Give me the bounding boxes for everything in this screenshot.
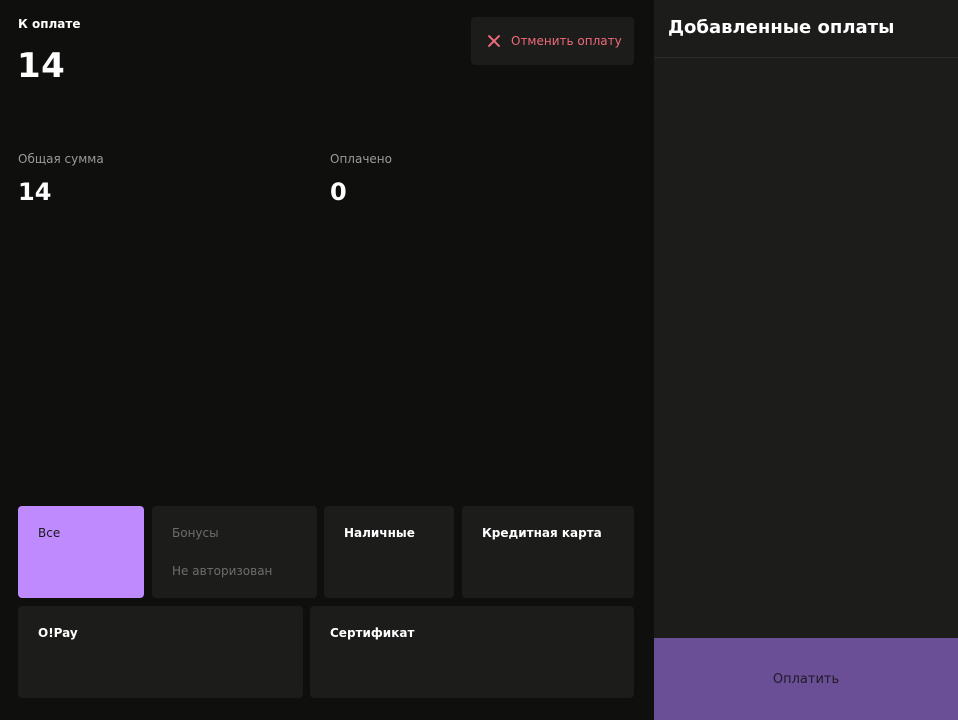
pay-button[interactable]: Оплатить: [654, 638, 958, 720]
payment-screen: К оплате 14 Отменить оплату Общая сумма …: [0, 0, 958, 720]
payment-method-label: Наличные: [344, 526, 415, 540]
total-amount-label: Общая сумма: [18, 152, 104, 166]
payment-method-cash[interactable]: Наличные: [324, 506, 454, 598]
paid-amount-value: 0: [330, 178, 347, 206]
added-payments-header: Добавленные оплаты: [654, 0, 958, 58]
cancel-payment-button[interactable]: Отменить оплату: [471, 17, 634, 65]
amount-due-value: 14: [17, 46, 66, 86]
added-payments-title: Добавленные оплаты: [668, 17, 895, 38]
payment-method-label: Сертификат: [330, 626, 415, 640]
paid-amount: Оплачено 0: [330, 152, 392, 206]
paid-amount-label: Оплачено: [330, 152, 392, 166]
payment-method-all[interactable]: Все: [18, 506, 144, 598]
cancel-payment-label: Отменить оплату: [511, 34, 622, 48]
payment-main-panel: К оплате 14 Отменить оплату Общая сумма …: [0, 0, 654, 720]
payment-method-label: Бонусы: [172, 526, 219, 540]
pay-button-label: Оплатить: [772, 671, 840, 687]
payment-method-certificate[interactable]: Сертификат: [310, 606, 634, 698]
payment-method-credit-card[interactable]: Кредитная карта: [462, 506, 634, 598]
total-amount: Общая сумма 14: [18, 152, 104, 206]
payment-method-status: Не авторизован: [172, 564, 273, 578]
added-payments-panel: Добавленные оплаты Оплатить: [654, 0, 958, 720]
payment-method-bonuses[interactable]: Бонусы Не авторизован: [152, 506, 317, 598]
payment-method-label: Кредитная карта: [482, 526, 602, 540]
payment-method-opay[interactable]: O!Pay: [18, 606, 303, 698]
payment-method-label: Все: [38, 526, 61, 540]
total-amount-value: 14: [18, 178, 52, 206]
close-icon: [487, 34, 501, 48]
payment-method-label: O!Pay: [38, 626, 78, 640]
amount-due-label: К оплате: [18, 17, 81, 31]
